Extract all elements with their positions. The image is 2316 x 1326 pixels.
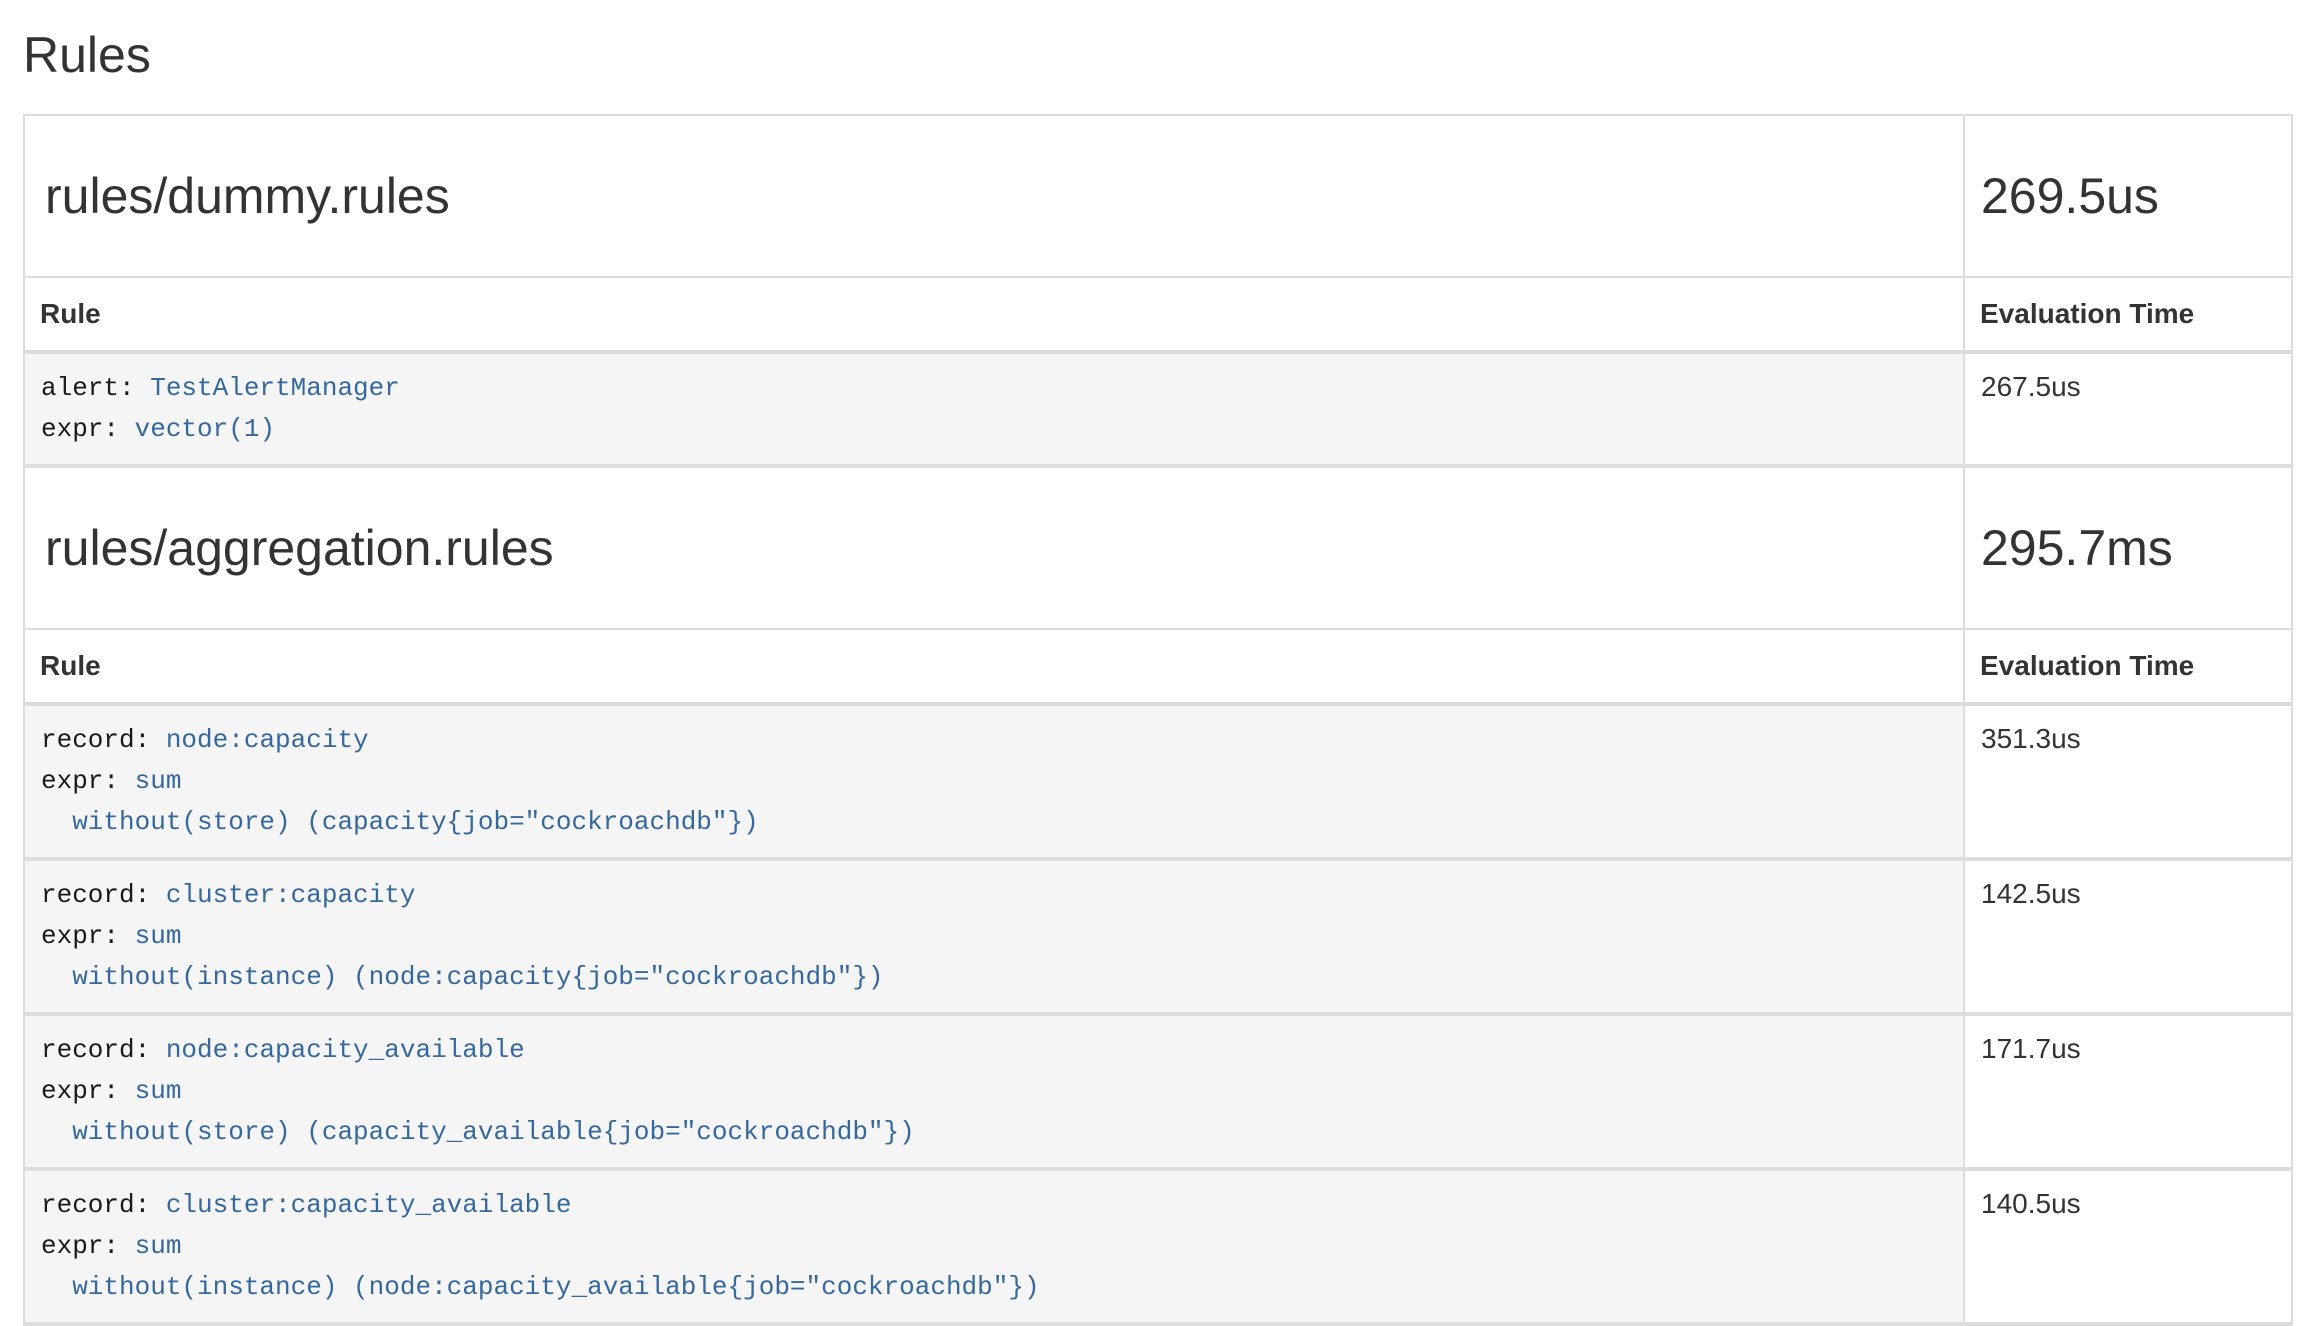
expr-link[interactable]: without(instance) (node:capacity{job="co… bbox=[41, 962, 884, 992]
rule-row: record: node:capacity expr: sum without(… bbox=[24, 704, 2292, 859]
rule-group-header-row: rules/dummy.rules 269.5us bbox=[24, 115, 2292, 277]
rule-definition-cell: alert: TestAlertManager expr: vector(1) bbox=[24, 352, 1964, 466]
rule-group-header-row: rules/aggregation.rules 295.7ms bbox=[24, 466, 2292, 629]
rule-group-name-cell: rules/aggregation.rules bbox=[24, 466, 1964, 629]
rule-group-name-cell: rules/dummy.rules bbox=[24, 115, 1964, 277]
rule-row: record: node:capacity_available expr: su… bbox=[24, 1014, 2292, 1169]
column-header-row: Rule Evaluation Time bbox=[24, 277, 2292, 352]
expr-keyword: expr: bbox=[41, 766, 135, 796]
expr-link[interactable]: sum bbox=[135, 1231, 182, 1261]
expr-link[interactable]: sum bbox=[135, 921, 182, 951]
column-header-row: Rule Evaluation Time bbox=[24, 629, 2292, 704]
rule-group-eval-time: 269.5us bbox=[1981, 167, 2271, 225]
rule-definition: record: cluster:capacity expr: sum witho… bbox=[41, 875, 1947, 998]
expr-link[interactable]: sum bbox=[135, 1076, 182, 1106]
record-keyword: record: bbox=[41, 1035, 166, 1065]
rules-page: Rules rules/dummy.rules 269.5us Rule Eva… bbox=[0, 26, 2316, 1326]
rule-eval-time: 351.3us bbox=[1964, 704, 2292, 859]
rule-group-eval-time: 295.7ms bbox=[1981, 519, 2271, 577]
expr-keyword: expr: bbox=[41, 1076, 135, 1106]
rule-definition: record: node:capacity expr: sum without(… bbox=[41, 720, 1947, 843]
rule-group-name: rules/dummy.rules bbox=[45, 167, 1943, 225]
record-keyword: record: bbox=[41, 1190, 166, 1220]
rule-definition-cell: record: cluster:capacity_available expr:… bbox=[24, 1169, 1964, 1324]
expr-keyword: expr: bbox=[41, 921, 135, 951]
rule-eval-time: 171.7us bbox=[1964, 1014, 2292, 1169]
rule-row: record: cluster:capacity_available expr:… bbox=[24, 1169, 2292, 1324]
rule-group-eval-time-cell: 295.7ms bbox=[1964, 466, 2292, 629]
record-name-link[interactable]: node:capacity_available bbox=[166, 1035, 525, 1065]
evaluation-time-column-header: Evaluation Time bbox=[1964, 277, 2292, 352]
record-name-link[interactable]: cluster:capacity_available bbox=[166, 1190, 572, 1220]
record-keyword: record: bbox=[41, 880, 166, 910]
expr-link[interactable]: without(instance) (node:capacity_availab… bbox=[41, 1272, 1040, 1302]
record-name-link[interactable]: node:capacity bbox=[166, 725, 369, 755]
expr-keyword: expr: bbox=[41, 414, 135, 444]
expr-link[interactable]: without(store) (capacity{job="cockroachd… bbox=[41, 807, 759, 837]
expr-link[interactable]: vector(1) bbox=[135, 414, 275, 444]
expr-link[interactable]: sum bbox=[135, 766, 182, 796]
record-keyword: record: bbox=[41, 725, 166, 755]
evaluation-time-column-header: Evaluation Time bbox=[1964, 629, 2292, 704]
rule-eval-time: 267.5us bbox=[1964, 352, 2292, 466]
rules-table: rules/dummy.rules 269.5us Rule Evaluatio… bbox=[23, 114, 2293, 1326]
rule-eval-time: 140.5us bbox=[1964, 1169, 2292, 1324]
expr-link[interactable]: without(store) (capacity_available{job="… bbox=[41, 1117, 915, 1147]
record-name-link[interactable]: cluster:capacity bbox=[166, 880, 416, 910]
page-title: Rules bbox=[23, 26, 2293, 84]
alert-keyword: alert: bbox=[41, 373, 150, 403]
rule-definition-cell: record: cluster:capacity expr: sum witho… bbox=[24, 859, 1964, 1014]
rule-eval-time: 142.5us bbox=[1964, 859, 2292, 1014]
rule-row: alert: TestAlertManager expr: vector(1) … bbox=[24, 352, 2292, 466]
rule-definition-cell: record: node:capacity_available expr: su… bbox=[24, 1014, 1964, 1169]
rule-definition: alert: TestAlertManager expr: vector(1) bbox=[41, 368, 1947, 450]
alert-name-link[interactable]: TestAlertManager bbox=[150, 373, 400, 403]
rule-definition-cell: record: node:capacity expr: sum without(… bbox=[24, 704, 1964, 859]
expr-keyword: expr: bbox=[41, 1231, 135, 1261]
rule-group-name: rules/aggregation.rules bbox=[45, 519, 1943, 577]
rule-group-eval-time-cell: 269.5us bbox=[1964, 115, 2292, 277]
rule-definition: record: cluster:capacity_available expr:… bbox=[41, 1185, 1947, 1308]
rule-row: record: cluster:capacity expr: sum witho… bbox=[24, 859, 2292, 1014]
rule-column-header: Rule bbox=[24, 277, 1964, 352]
rule-column-header: Rule bbox=[24, 629, 1964, 704]
rule-definition: record: node:capacity_available expr: su… bbox=[41, 1030, 1947, 1153]
